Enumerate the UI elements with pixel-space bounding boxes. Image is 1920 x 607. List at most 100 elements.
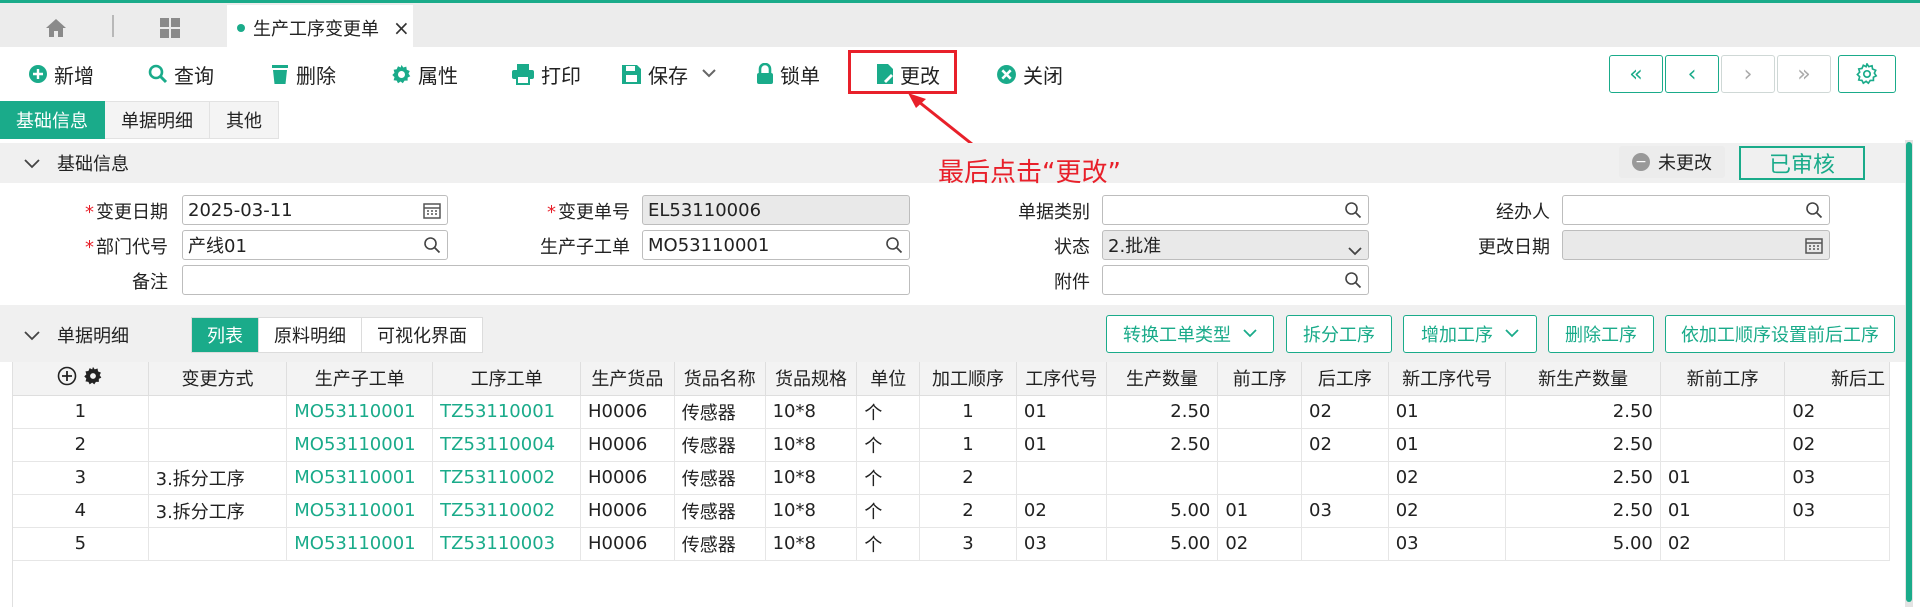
- collapse-chevron-icon[interactable]: [24, 326, 40, 345]
- audit-stamp: 已审核: [1739, 146, 1865, 180]
- change-date-field[interactable]: 2025-03-11: [182, 195, 448, 225]
- cell-proc[interactable]: TZ53110002: [432, 494, 581, 528]
- chevron-down-icon[interactable]: [702, 66, 722, 82]
- cell-ncode: 02: [1388, 461, 1507, 495]
- doc-type-field[interactable]: [1102, 195, 1369, 225]
- settings-button[interactable]: [1838, 55, 1896, 93]
- add-row-icon[interactable]: [57, 366, 77, 391]
- cell-idx: 3: [13, 461, 149, 495]
- tab-material-detail[interactable]: 原料明细: [259, 318, 362, 352]
- properties-button[interactable]: 属性: [391, 57, 458, 91]
- cell-sub[interactable]: MO53110001: [286, 494, 434, 528]
- sub-order-field[interactable]: MO53110001: [642, 230, 910, 260]
- search-icon[interactable]: [1344, 201, 1362, 224]
- cell-sub[interactable]: MO53110001: [286, 428, 434, 462]
- cell-seq: 1: [919, 395, 1017, 429]
- search-icon[interactable]: [885, 236, 903, 259]
- tab-divider: [112, 15, 114, 37]
- status-chip: − 未更改: [1619, 146, 1725, 178]
- app-grid-icon[interactable]: [150, 13, 190, 43]
- cell-nprev: [1660, 395, 1786, 429]
- column-header[interactable]: 新工序代号: [1388, 362, 1507, 396]
- basic-info-title: 基础信息: [57, 154, 129, 175]
- column-header[interactable]: 新前工序: [1660, 362, 1786, 396]
- table-row[interactable]: 5 MO53110001 TZ53110003 H0006 传感器 10*8 个 3 03 5.0…: [13, 527, 1890, 561]
- close-label: 关闭: [1023, 63, 1063, 88]
- calendar-icon[interactable]: [423, 201, 441, 224]
- attachment-field[interactable]: [1102, 265, 1369, 295]
- cell-spec: 10*8: [765, 395, 858, 429]
- close-button[interactable]: 关闭: [996, 57, 1063, 91]
- column-header[interactable]: 变更方式: [148, 362, 288, 396]
- column-header[interactable]: 货品名称: [674, 362, 766, 396]
- search-icon[interactable]: [1805, 201, 1823, 224]
- add-process-button[interactable]: 增加工序: [1403, 315, 1537, 353]
- last-record-button[interactable]: »: [1777, 55, 1831, 93]
- cell-proc[interactable]: TZ53110001: [432, 395, 581, 429]
- column-header[interactable]: 前工序: [1217, 362, 1303, 396]
- cell-sub[interactable]: MO53110001: [286, 395, 434, 429]
- plus-circle-icon: [29, 65, 47, 83]
- tab-visual[interactable]: 可视化界面: [362, 318, 482, 352]
- tab-basic-info[interactable]: 基础信息: [0, 101, 105, 139]
- home-icon[interactable]: [36, 13, 76, 43]
- column-header[interactable]: 生产子工单: [286, 362, 434, 396]
- table-row[interactable]: 2 MO53110001 TZ53110004 H0006 传感器 10*8 个 1 01 2.5…: [13, 428, 1890, 462]
- tab-other[interactable]: 其他: [210, 101, 279, 139]
- first-record-button[interactable]: «: [1609, 55, 1663, 93]
- cell-name: 传感器: [674, 527, 766, 561]
- save-button[interactable]: 保存: [621, 57, 722, 91]
- next-record-button[interactable]: ›: [1721, 55, 1775, 93]
- table-row[interactable]: 3 3.拆分工序 MO53110001 TZ53110002 H0006 传感器 10*8 个…: [13, 461, 1890, 495]
- cell-proc[interactable]: TZ53110003: [432, 527, 581, 561]
- cell-next: [1301, 461, 1389, 495]
- collapse-chevron-icon[interactable]: [24, 154, 40, 173]
- delete-button[interactable]: 删除: [270, 57, 336, 91]
- status-select[interactable]: 2.批准: [1102, 230, 1369, 260]
- remove-process-button[interactable]: 删除工序: [1548, 315, 1654, 353]
- prev-record-button[interactable]: ‹: [1665, 55, 1719, 93]
- cell-item: H0006: [580, 395, 675, 429]
- cell-mode: [148, 428, 288, 462]
- cell-nqty: 5.00: [1505, 527, 1661, 561]
- minus-circle-icon: −: [1632, 153, 1650, 171]
- column-header[interactable]: 生产货品: [580, 362, 675, 396]
- tab-doc-detail[interactable]: 单据明细: [105, 101, 210, 139]
- chevron-down-icon[interactable]: [1348, 240, 1362, 261]
- cell-proc[interactable]: TZ53110004: [432, 428, 581, 462]
- search-icon[interactable]: [1344, 271, 1362, 294]
- convert-order-type-button[interactable]: 转换工单类型: [1106, 315, 1274, 353]
- sub-order-label: 生产子工单: [540, 237, 630, 258]
- set-order-button[interactable]: 依加工顺序设置前后工序: [1665, 315, 1895, 353]
- tab-production-process-change[interactable]: 生产工序变更单 ×: [227, 5, 413, 50]
- column-header[interactable]: 生产数量: [1106, 362, 1219, 396]
- handler-field[interactable]: [1562, 195, 1830, 225]
- lock-button[interactable]: 锁单: [756, 57, 820, 91]
- dept-code-field[interactable]: 产线01: [182, 230, 448, 260]
- column-settings-icon[interactable]: [83, 366, 103, 391]
- column-header[interactable]: 工序工单: [432, 362, 581, 396]
- cell-sub[interactable]: MO53110001: [286, 461, 434, 495]
- print-button[interactable]: 打印: [511, 57, 581, 91]
- column-header[interactable]: 加工顺序: [919, 362, 1017, 396]
- cell-mode: 3.拆分工序: [148, 494, 288, 528]
- column-header[interactable]: 工序代号: [1016, 362, 1107, 396]
- split-process-button[interactable]: 拆分工序: [1286, 315, 1392, 353]
- tab-list[interactable]: 列表: [192, 318, 259, 352]
- table-row[interactable]: 1 MO53110001 TZ53110001 H0006 传感器 10*8 个 1 01 2.5…: [13, 395, 1890, 429]
- new-button[interactable]: 新增: [28, 57, 94, 91]
- cell-unit: 个: [856, 494, 921, 528]
- remark-field[interactable]: [182, 265, 910, 295]
- scrollbar-thumb[interactable]: [1906, 142, 1912, 602]
- column-header[interactable]: 单位: [856, 362, 921, 396]
- column-header[interactable]: 后工序: [1301, 362, 1389, 396]
- column-header[interactable]: 新后工: [1784, 362, 1890, 396]
- cell-sub[interactable]: MO53110001: [286, 527, 434, 561]
- cell-proc[interactable]: TZ53110002: [432, 461, 581, 495]
- search-icon[interactable]: [423, 236, 441, 259]
- table-row[interactable]: 4 3.拆分工序 MO53110001 TZ53110002 H0006 传感器 10*8 个…: [13, 494, 1890, 528]
- column-header[interactable]: 新生产数量: [1505, 362, 1661, 396]
- query-button[interactable]: 查询: [148, 57, 214, 91]
- column-header[interactable]: 货品规格: [765, 362, 858, 396]
- close-tab-icon[interactable]: ×: [393, 16, 410, 40]
